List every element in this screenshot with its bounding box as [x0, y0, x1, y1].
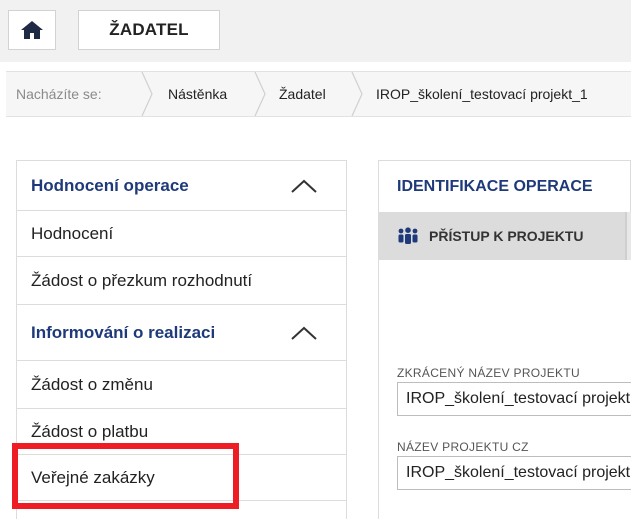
chevron-up-icon[interactable] [290, 178, 318, 194]
highlight-box [12, 443, 239, 509]
field-label-zkraceny-nazev: ZKRÁCENÝ NÁZEV PROJEKTU [397, 366, 580, 380]
menu-item-label: Žádost o platbu [31, 421, 149, 441]
menu-item-zadost-o-prezkum[interactable]: Žádost o přezkum rozhodnutí [17, 257, 346, 305]
menu-section-hodnoceni-operace[interactable]: Hodnocení operace [17, 161, 346, 211]
menu-item-hodnoceni[interactable]: Hodnocení [17, 211, 346, 257]
chevron-up-icon[interactable] [290, 325, 318, 341]
menu-section-informovani-o-realizaci[interactable]: Informování o realizaci [17, 305, 346, 361]
menu-item-label: Žádost o přezkum rozhodnutí [31, 270, 253, 290]
menu-item-zadost-o-zmenu[interactable]: Žádost o změnu [17, 361, 346, 409]
form-content: ZKRÁCENÝ NÁZEV PROJEKTU IROP_školení_tes… [378, 260, 631, 519]
breadcrumb-label: Nacházíte se: [16, 86, 102, 102]
home-button[interactable] [8, 10, 56, 50]
tab-identifikace-operace[interactable]: IDENTIFIKACE OPERACE [378, 160, 631, 212]
menu-section-title: Informování o realizaci [31, 322, 216, 342]
field-label-nazev-projektu-cz: NÁZEV PROJEKTU CZ [397, 440, 529, 454]
zadatel-button[interactable]: ŽADATEL [78, 10, 220, 50]
breadcrumb-separator-icon [141, 72, 153, 116]
subtab-bar: PŘÍSTUP K PROJEKTU [378, 212, 631, 260]
menu-item-label: Hodnocení [31, 223, 114, 243]
breadcrumb-item-zadatel[interactable]: Žadatel [279, 72, 326, 116]
subtab-label: PŘÍSTUP K PROJEKTU [429, 228, 584, 244]
top-bar: ŽADATEL [0, 0, 631, 62]
breadcrumb-item-project[interactable]: IROP_školení_testovací projekt_1 [376, 72, 588, 116]
zkraceny-nazev-input[interactable]: IROP_školení_testovací projekt [397, 382, 631, 416]
breadcrumb-separator-icon [254, 72, 266, 116]
menu-item-label: Žádost o změnu [31, 374, 153, 394]
nazev-projektu-cz-input[interactable]: IROP_školení_testovací projekt [397, 456, 631, 490]
menu-section-title: Hodnocení operace [31, 175, 189, 195]
breadcrumb-item-nastenka[interactable]: Nástěnka [168, 72, 227, 116]
breadcrumb-separator-icon [351, 72, 363, 116]
breadcrumb: Nacházíte se: Nástěnka Žadatel IROP_škol… [6, 71, 631, 117]
people-icon [398, 227, 418, 244]
home-icon [21, 21, 43, 39]
subtab-pristup-k-projektu[interactable]: PŘÍSTUP K PROJEKTU [379, 212, 627, 260]
